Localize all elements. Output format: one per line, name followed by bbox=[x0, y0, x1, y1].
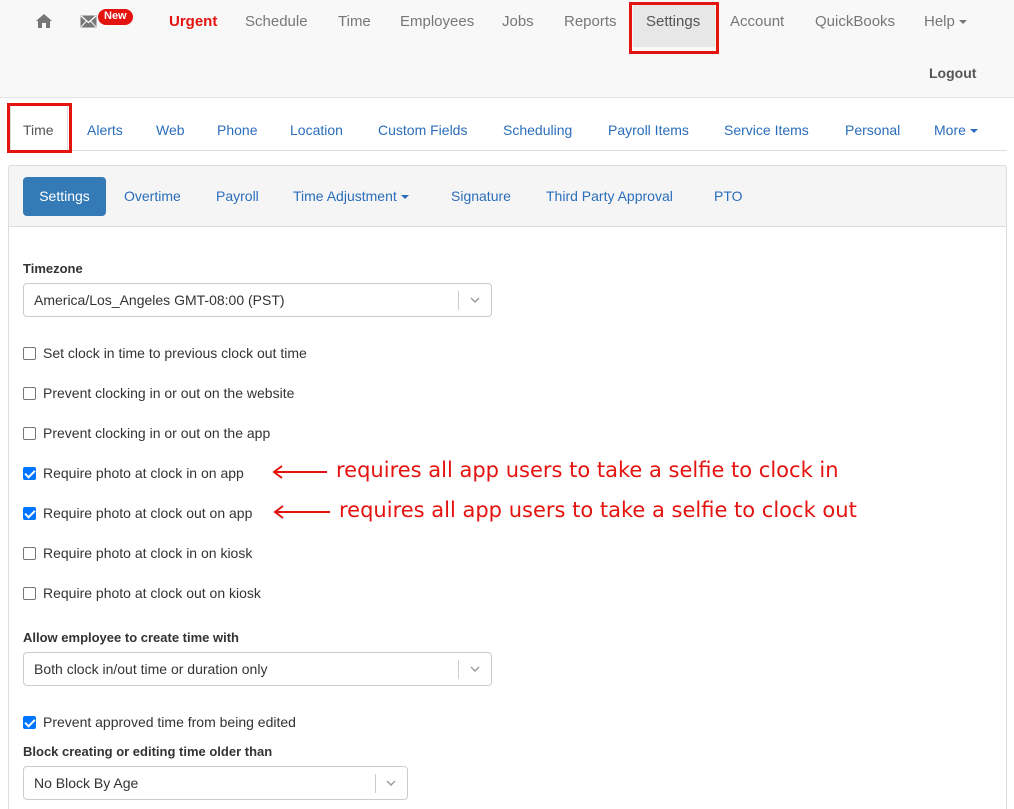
create-time-value: Both clock in/out time or duration only bbox=[34, 661, 268, 677]
arrow-left-icon bbox=[273, 505, 330, 519]
create-time-select[interactable]: Both clock in/out time or duration only bbox=[23, 652, 492, 686]
caret-down-icon bbox=[958, 20, 967, 25]
checkbox-checked[interactable] bbox=[23, 506, 36, 520]
checkbox-row[interactable]: Prevent clocking in or out on the app bbox=[23, 425, 270, 441]
subtab-service-items[interactable]: Service Items bbox=[724, 122, 809, 138]
tab-time-adjustment[interactable]: Time Adjustment bbox=[293, 188, 409, 204]
nav-quickbooks[interactable]: QuickBooks bbox=[815, 13, 895, 31]
select-separator bbox=[375, 774, 376, 793]
nav-help-label: Help bbox=[924, 13, 955, 30]
subtab-phone[interactable]: Phone bbox=[217, 122, 257, 138]
chevron-down-icon bbox=[470, 666, 480, 672]
tab-third-party-approval[interactable]: Third Party Approval bbox=[546, 188, 673, 204]
nav-reports[interactable]: Reports bbox=[564, 13, 617, 31]
prevent-edit-label: Prevent approved time from being edited bbox=[43, 714, 296, 730]
select-separator bbox=[458, 291, 459, 310]
new-badge: New bbox=[98, 9, 133, 25]
nav-account[interactable]: Account bbox=[730, 13, 784, 31]
timezone-select[interactable]: America/Los_Angeles GMT-08:00 (PST) bbox=[23, 283, 492, 317]
checkbox-row[interactable]: Set clock in time to previous clock out … bbox=[23, 345, 307, 361]
tab-pto[interactable]: PTO bbox=[714, 188, 743, 204]
create-time-label: Allow employee to create time with bbox=[23, 630, 239, 645]
subtab-custom-fields[interactable]: Custom Fields bbox=[378, 122, 467, 138]
tab-signature[interactable]: Signature bbox=[451, 188, 511, 204]
checkbox-label: Require photo at clock in on kiosk bbox=[43, 545, 253, 561]
tab-payroll[interactable]: Payroll bbox=[216, 188, 259, 204]
settings-panel bbox=[8, 165, 1007, 809]
chevron-down-icon bbox=[470, 297, 480, 303]
subtab-scheduling[interactable]: Scheduling bbox=[503, 122, 572, 138]
block-age-select[interactable]: No Block By Age bbox=[23, 766, 408, 800]
nav-employees[interactable]: Employees bbox=[400, 13, 474, 31]
checkbox[interactable] bbox=[23, 426, 36, 440]
checkbox-label: Prevent clocking in or out on the app bbox=[43, 425, 271, 441]
caret-down-icon bbox=[969, 129, 978, 134]
subtab-alerts[interactable]: Alerts bbox=[87, 122, 123, 138]
checkbox-label: Prevent clocking in or out on the websit… bbox=[43, 385, 295, 401]
nav-schedule[interactable]: Schedule bbox=[245, 13, 308, 31]
annotation-clock-out: requires all app users to take a selfie … bbox=[339, 498, 857, 522]
checkbox-row[interactable]: Require photo at clock out on kiosk bbox=[23, 585, 261, 601]
annotation-clock-in: requires all app users to take a selfie … bbox=[336, 458, 839, 482]
subnav-divider bbox=[10, 150, 1007, 151]
checkbox-checked[interactable] bbox=[23, 466, 36, 480]
arrow-left-icon bbox=[272, 465, 327, 479]
logout-link[interactable]: Logout bbox=[929, 65, 976, 81]
prevent-edit-checkbox[interactable] bbox=[23, 715, 36, 729]
subtab-time[interactable]: Time bbox=[23, 122, 54, 138]
caret-down-icon bbox=[400, 195, 409, 200]
home-icon[interactable] bbox=[35, 13, 53, 29]
checkbox-label: Require photo at clock in on app bbox=[43, 465, 244, 481]
nav-settings[interactable]: Settings bbox=[646, 13, 700, 31]
nav-time[interactable]: Time bbox=[338, 13, 371, 31]
settings-subnav: Time Alerts Web Phone Location Custom Fi… bbox=[0, 98, 1014, 150]
checkbox[interactable] bbox=[23, 346, 36, 360]
checkbox-row[interactable]: Require photo at clock in on app bbox=[23, 465, 244, 481]
checkbox-label: Require photo at clock out on kiosk bbox=[43, 585, 261, 601]
tab-settings[interactable]: Settings bbox=[23, 177, 106, 216]
checkbox[interactable] bbox=[23, 546, 36, 560]
chevron-down-icon bbox=[386, 780, 396, 786]
nav-urgent[interactable]: Urgent bbox=[169, 13, 217, 31]
timezone-value: America/Los_Angeles GMT-08:00 (PST) bbox=[34, 292, 285, 308]
tab-time-adjustment-label: Time Adjustment bbox=[293, 188, 397, 204]
checkbox-row[interactable]: Require photo at clock in on kiosk bbox=[23, 545, 252, 561]
subtab-web[interactable]: Web bbox=[156, 122, 185, 138]
timezone-label: Timezone bbox=[23, 261, 83, 276]
checkbox-row[interactable]: Prevent approved time from being edited bbox=[23, 714, 296, 730]
checkbox-row[interactable]: Require photo at clock out on app bbox=[23, 505, 252, 521]
select-separator bbox=[458, 660, 459, 679]
checkbox[interactable] bbox=[23, 386, 36, 400]
block-age-label: Block creating or editing time older tha… bbox=[23, 744, 273, 759]
checkbox-row[interactable]: Prevent clocking in or out on the websit… bbox=[23, 385, 294, 401]
nav-help[interactable]: Help bbox=[924, 13, 967, 31]
checkbox[interactable] bbox=[23, 586, 36, 600]
nav-jobs[interactable]: Jobs bbox=[502, 13, 534, 31]
block-age-value: No Block By Age bbox=[34, 775, 139, 791]
checkbox-label: Require photo at clock out on app bbox=[43, 505, 253, 521]
subtab-more-label: More bbox=[934, 122, 966, 138]
envelope-icon[interactable] bbox=[80, 15, 97, 28]
subtab-personal[interactable]: Personal bbox=[845, 122, 900, 138]
subtab-more[interactable]: More bbox=[934, 122, 978, 138]
subtab-location[interactable]: Location bbox=[290, 122, 343, 138]
checkbox-label: Set clock in time to previous clock out … bbox=[43, 345, 307, 361]
tab-overtime[interactable]: Overtime bbox=[124, 188, 181, 204]
subtab-payroll-items[interactable]: Payroll Items bbox=[608, 122, 689, 138]
